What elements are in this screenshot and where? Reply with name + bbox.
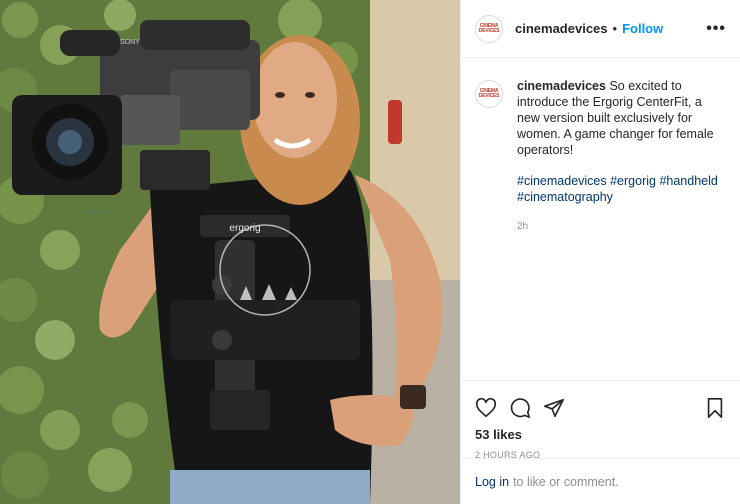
- caption-username[interactable]: cinemadevices: [517, 79, 606, 93]
- heart-icon[interactable]: [475, 397, 497, 419]
- likes-count[interactable]: 53 likes: [475, 427, 726, 442]
- caption-time: 2h: [517, 221, 529, 232]
- caption-hashtags[interactable]: #cinemadevices #ergorig #handheld #cinem…: [517, 173, 726, 205]
- login-link[interactable]: Log in: [475, 475, 509, 489]
- face: [253, 42, 337, 158]
- more-options-icon[interactable]: •••: [706, 20, 726, 38]
- header-username[interactable]: cinemadevices: [515, 21, 608, 36]
- share-icon[interactable]: [543, 397, 565, 419]
- login-prompt: Log in to like or comment.: [461, 458, 740, 504]
- post-side-panel: CINEMA DEVICES cinemadevices • Follow ••…: [460, 0, 740, 504]
- post-header: CINEMA DEVICES cinemadevices • Follow ••…: [461, 0, 740, 58]
- login-suffix: to like or comment.: [513, 474, 619, 489]
- camera-brand-text: SONY: [120, 39, 140, 46]
- caption-avatar-logo: CINEMA DEVICES: [478, 88, 500, 99]
- fire-extinguisher: [388, 100, 402, 144]
- post-actions: 53 likes 2 HOURS AGO: [461, 380, 740, 460]
- follow-button[interactable]: Follow: [622, 21, 663, 36]
- caption-avatar[interactable]: CINEMA DEVICES: [475, 80, 503, 108]
- comment-icon[interactable]: [509, 397, 531, 419]
- separator-dot: •: [612, 21, 618, 36]
- avatar[interactable]: CINEMA DEVICES: [475, 14, 503, 43]
- watch: [400, 385, 426, 409]
- avatar-logo: CINEMA DEVICES: [478, 22, 500, 34]
- photo-illustration: ergorig SONY: [0, 0, 460, 504]
- caption-body: cinemadevices So excited to introduce th…: [517, 78, 726, 235]
- jeans: [170, 470, 370, 504]
- vest-brand-text: ergorig: [229, 223, 260, 234]
- bookmark-icon[interactable]: [704, 397, 726, 419]
- post-photo[interactable]: ergorig SONY: [0, 0, 460, 504]
- post-caption: CINEMA DEVICES cinemadevices So excited …: [461, 58, 740, 235]
- vest-belt: [170, 300, 360, 360]
- action-icons: [475, 389, 726, 427]
